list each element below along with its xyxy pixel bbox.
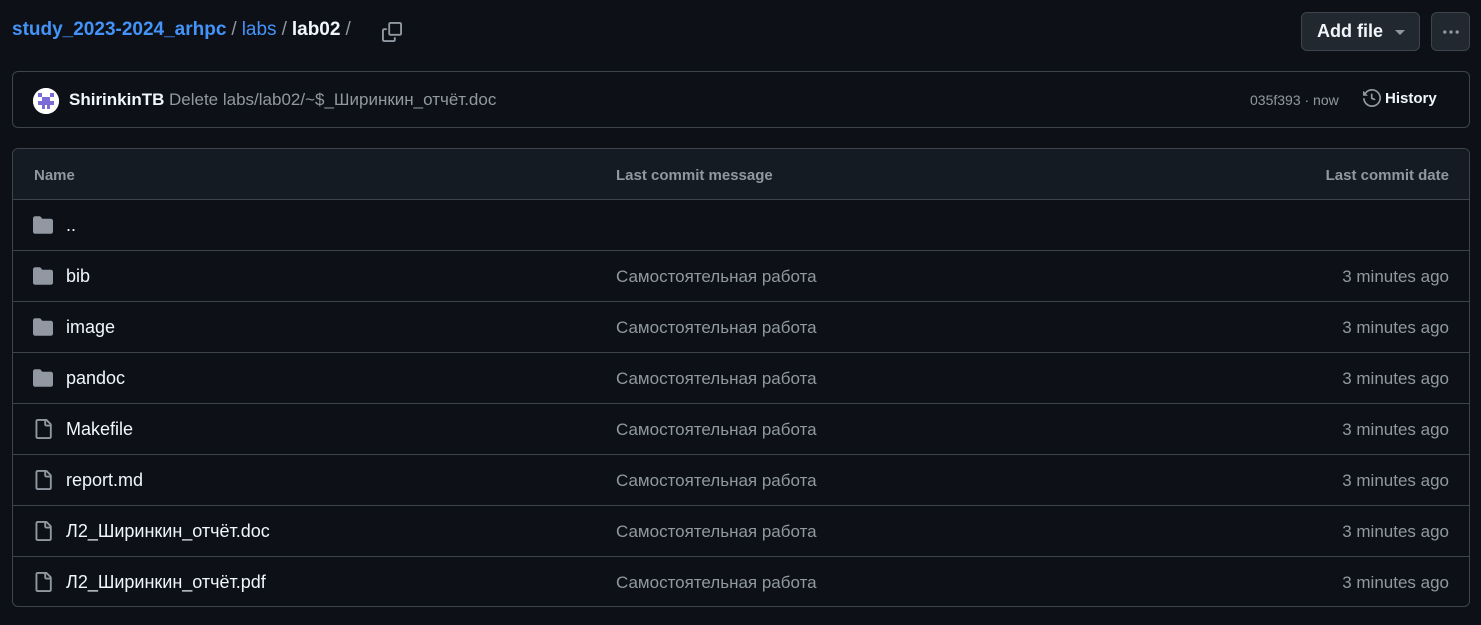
file-link[interactable]: Л2_Ширинкин_отчёт.doc xyxy=(66,521,270,542)
file-icon xyxy=(33,470,53,490)
file-icon xyxy=(33,419,53,439)
table-row[interactable]: Makefile Самостоятельная работа 3 minutes … xyxy=(13,404,1469,455)
kebab-horizontal-icon xyxy=(1442,29,1459,34)
table-row[interactable]: .. xyxy=(13,200,1469,251)
file-link[interactable]: Л2_Ширинкин_отчёт.pdf xyxy=(66,572,266,593)
copy-icon xyxy=(382,22,402,42)
row-commit-date: 3 minutes ago xyxy=(1342,267,1449,286)
row-commit-date: 3 minutes ago xyxy=(1342,573,1449,592)
directory-link[interactable]: .. xyxy=(66,215,76,236)
column-header-date: Last commit date xyxy=(1325,167,1449,184)
identicon-icon xyxy=(33,88,59,114)
add-file-button[interactable]: Add file xyxy=(1301,12,1420,51)
copy-path-button[interactable] xyxy=(380,20,404,44)
table-row[interactable]: report.md Самостоятельная работа 3 minutes… xyxy=(13,455,1469,506)
table-row[interactable]: Л2_Ширинкин_отчёт.doc Самостоятельная раб… xyxy=(13,506,1469,557)
row-commit-message[interactable]: Самостоятельная работа xyxy=(616,471,817,491)
top-bar: study_2023-2024_arhpc / labs / lab02 / A… xyxy=(0,0,1481,64)
commit-message-link[interactable]: Delete labs/lab02/~$_Ширинкин_отчёт.doc xyxy=(169,90,496,110)
table-body: .. bib Самостоятельная работа 3 minutes ago… xyxy=(13,200,1469,606)
triangle-down-icon xyxy=(1395,30,1405,35)
breadcrumb-separator: / xyxy=(231,19,237,40)
breadcrumb-repo-link[interactable]: study_2023-2024_arhpc xyxy=(12,19,226,41)
breadcrumb: study_2023-2024_arhpc / labs / lab02 / xyxy=(12,19,356,41)
commit-author-link[interactable]: ShirinkinTB xyxy=(69,90,164,110)
row-commit-message[interactable]: Самостоятельная работа xyxy=(616,267,817,287)
directory-link[interactable]: pandoc xyxy=(66,368,125,389)
file-icon xyxy=(33,521,53,541)
commit-sha-time[interactable]: 035f393 · now xyxy=(1250,92,1339,108)
file-table: Name Last commit message Last commit dat… xyxy=(12,148,1470,607)
add-file-label: Add file xyxy=(1317,21,1383,41)
folder-icon xyxy=(33,368,53,388)
table-header: Name Last commit message Last commit dat… xyxy=(13,149,1469,200)
row-commit-date: 3 minutes ago xyxy=(1342,471,1449,490)
row-commit-date: 3 minutes ago xyxy=(1342,420,1449,439)
breadcrumb-separator: / xyxy=(281,19,287,40)
history-icon xyxy=(1363,89,1381,107)
directory-link[interactable]: bib xyxy=(66,266,90,287)
folder-icon xyxy=(33,317,53,337)
row-commit-message[interactable]: Самостоятельная работа xyxy=(616,573,817,593)
column-header-name: Name xyxy=(34,167,75,184)
table-row[interactable]: image Самостоятельная работа 3 minutes ago xyxy=(13,302,1469,353)
history-label: History xyxy=(1385,89,1437,107)
column-header-message: Last commit message xyxy=(616,167,773,184)
history-button[interactable]: History xyxy=(1363,89,1437,107)
table-row[interactable]: bib Самостоятельная работа 3 minutes ago xyxy=(13,251,1469,302)
breadcrumb-separator: / xyxy=(345,19,351,40)
row-commit-date: 3 minutes ago xyxy=(1342,318,1449,337)
folder-icon xyxy=(33,215,53,235)
row-commit-message[interactable]: Самостоятельная работа xyxy=(616,369,817,389)
latest-commit-bar: ShirinkinTB Delete labs/lab02/~$_Ширинки… xyxy=(12,71,1470,128)
row-commit-message[interactable]: Самостоятельная работа xyxy=(616,522,817,542)
folder-icon xyxy=(33,266,53,286)
table-row[interactable]: pandoc Самостоятельная работа 3 minutes ag… xyxy=(13,353,1469,404)
breadcrumb-labs-link[interactable]: labs xyxy=(242,19,277,41)
breadcrumb-current: lab02 xyxy=(291,19,341,40)
directory-link[interactable]: image xyxy=(66,317,115,338)
file-link[interactable]: report.md xyxy=(66,470,143,491)
avatar[interactable] xyxy=(33,88,59,114)
more-options-button[interactable] xyxy=(1431,12,1470,51)
row-commit-message[interactable]: Самостоятельная работа xyxy=(616,318,817,338)
file-link[interactable]: Makefile xyxy=(66,419,133,440)
file-icon xyxy=(33,572,53,592)
row-commit-message[interactable]: Самостоятельная работа xyxy=(616,420,817,440)
table-row[interactable]: Л2_Ширинкин_отчёт.pdf Самостоятельная раб… xyxy=(13,557,1469,606)
row-commit-date: 3 minutes ago xyxy=(1342,522,1449,541)
row-commit-date: 3 minutes ago xyxy=(1342,369,1449,388)
